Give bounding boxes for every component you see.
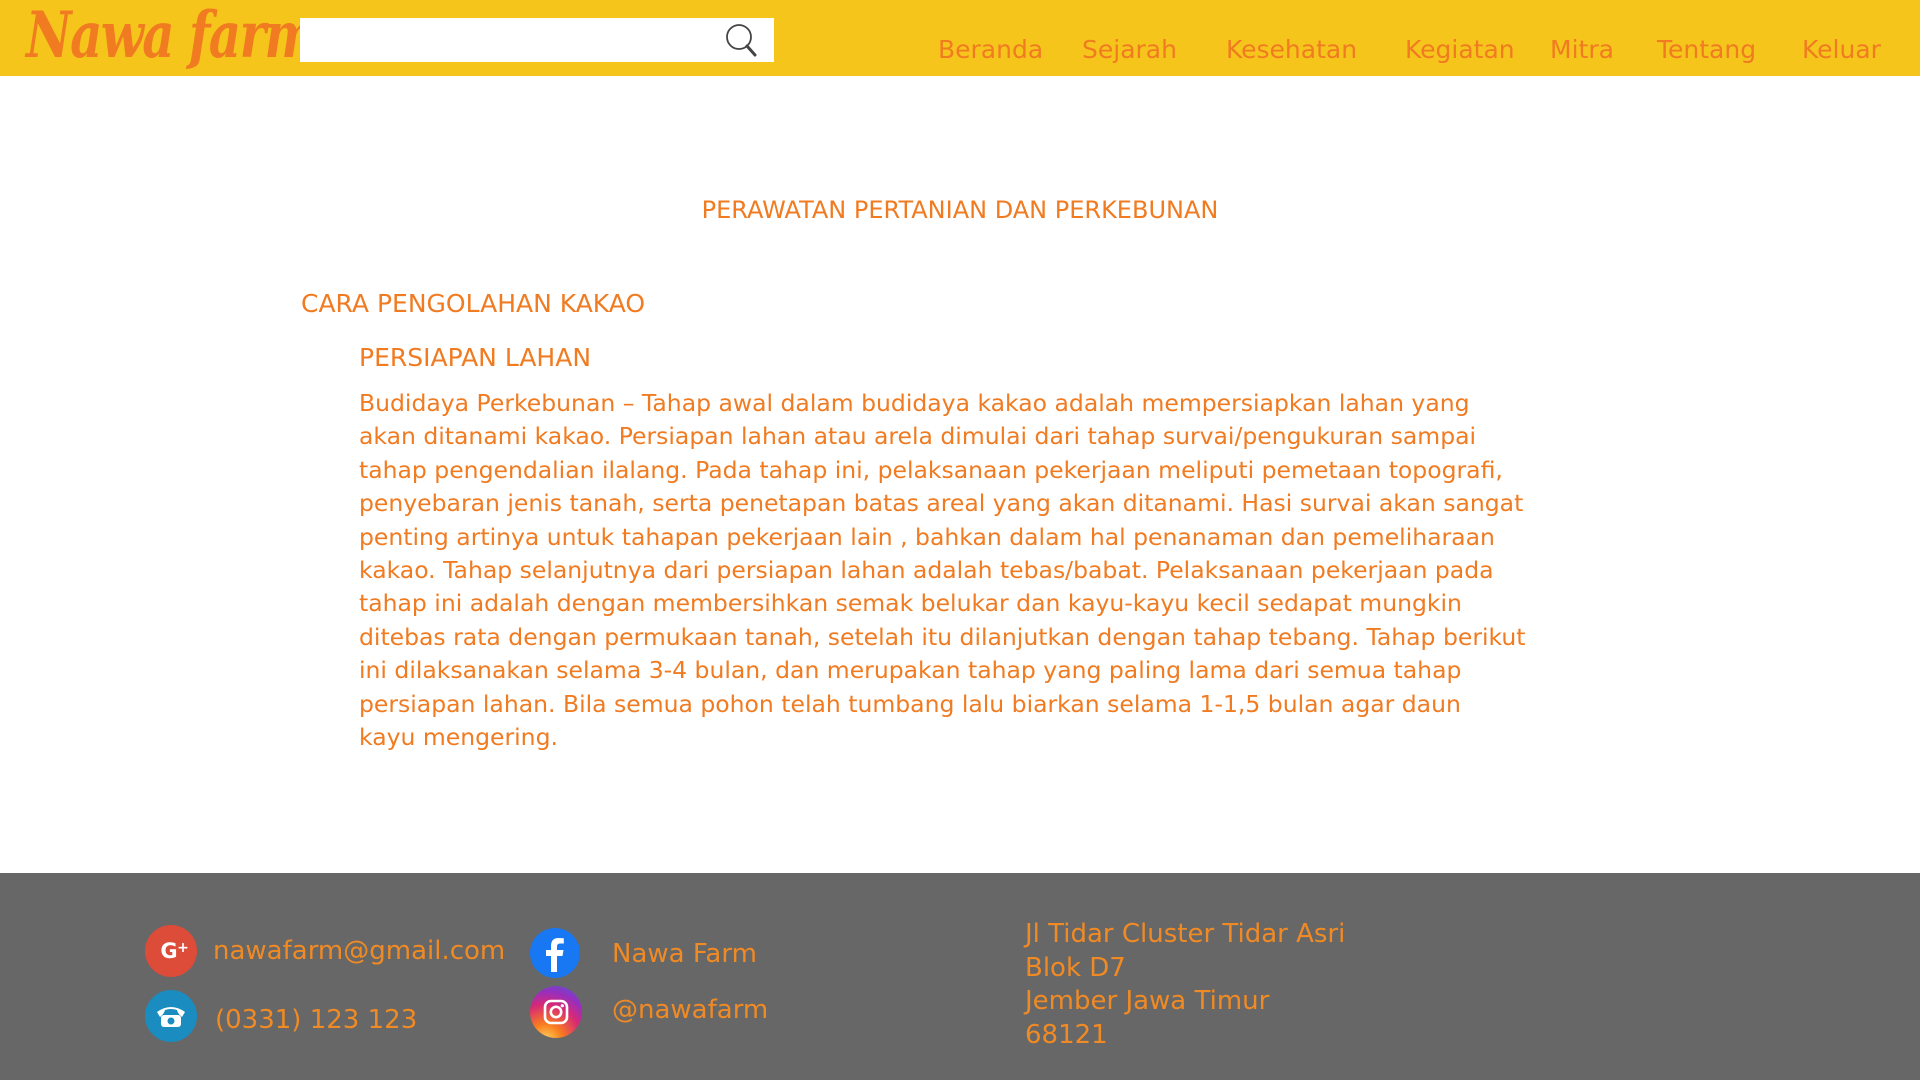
phone-icon[interactable]: [145, 990, 197, 1042]
footer-phone[interactable]: (0331) 123 123: [215, 1002, 417, 1038]
google-plus-icon[interactable]: G +: [145, 925, 197, 977]
facebook-icon[interactable]: [530, 928, 580, 978]
svg-text:G: G: [160, 939, 177, 963]
top-nav-bar: Nawa farm Beranda Sejarah Kesehatan Kegi…: [0, 0, 1920, 76]
instagram-icon[interactable]: [530, 986, 582, 1038]
search-input[interactable]: [300, 18, 720, 62]
footer-instagram[interactable]: @nawafarm: [612, 992, 768, 1028]
address-line: Blok D7: [1025, 952, 1126, 983]
nav-keluar[interactable]: Keluar: [1802, 26, 1881, 74]
nav-kegiatan[interactable]: Kegiatan: [1405, 26, 1515, 74]
address-line: 68121: [1025, 1019, 1108, 1050]
address-line: Jl Tidar Cluster Tidar Asri: [1025, 919, 1346, 949]
page-title: PERAWATAN PERTANIAN DAN PERKEBUNAN: [701, 196, 1219, 224]
footer-address: Jl Tidar Cluster Tidar Asri Blok D7 Jemb…: [1025, 918, 1345, 1052]
svg-text:+: +: [177, 940, 189, 956]
section-title: CARA PENGOLAHAN KAKAO: [301, 289, 646, 318]
search-icon: [726, 24, 757, 57]
footer-email[interactable]: nawafarm@gmail.com: [213, 933, 505, 969]
site-logo[interactable]: Nawa farm: [26, 0, 317, 74]
facebook-glyph: [546, 938, 564, 972]
address-line: Jember Jawa Timur: [1025, 986, 1270, 1016]
footer: [0, 873, 1920, 1080]
footer-facebook[interactable]: Nawa Farm: [612, 936, 757, 972]
search-button[interactable]: [722, 22, 762, 60]
phone-glyph: [157, 1007, 185, 1027]
nav-mitra[interactable]: Mitra: [1550, 26, 1614, 74]
search-box: [300, 18, 774, 62]
nav-kesehatan[interactable]: Kesehatan: [1226, 26, 1357, 74]
nav-beranda[interactable]: Beranda: [938, 26, 1043, 74]
article-paragraph: Budidaya Perkebunan – Tahap awal dalam b…: [359, 389, 1526, 752]
nav-sejarah[interactable]: Sejarah: [1082, 26, 1177, 74]
instagram-glyph: [543, 999, 569, 1025]
sub-section-title: PERSIAPAN LAHAN: [359, 343, 592, 372]
google-plus-glyph: G +: [160, 939, 189, 963]
nav-tentang[interactable]: Tentang: [1657, 26, 1756, 74]
